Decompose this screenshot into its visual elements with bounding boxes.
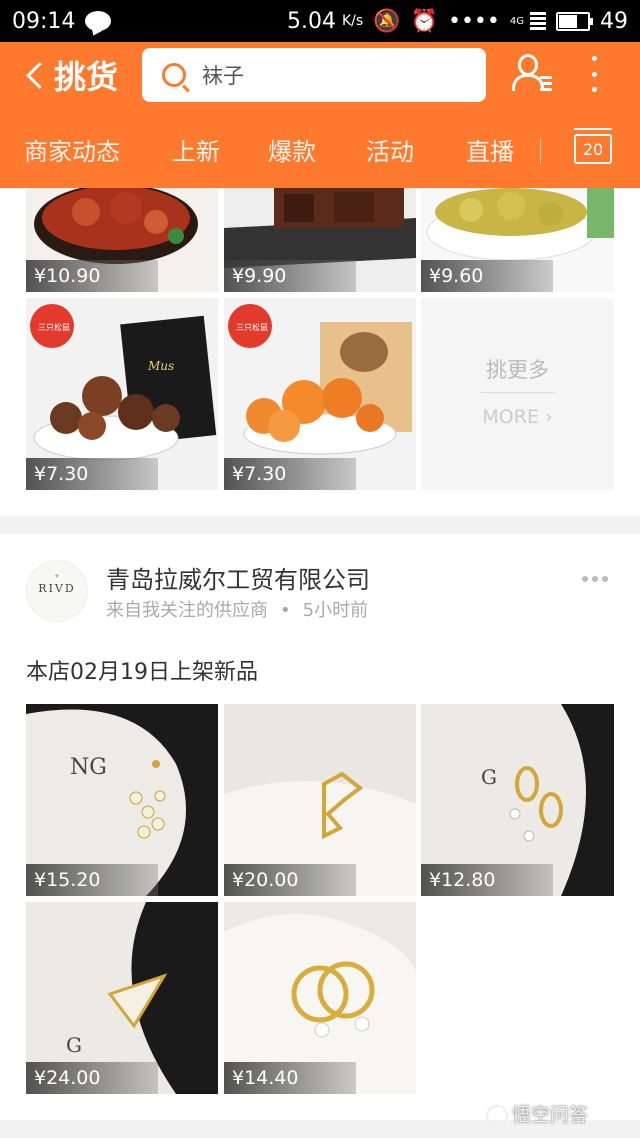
- product-card[interactable]: ¥20.00: [224, 704, 416, 896]
- logo-emblem-icon: ⚜: [54, 573, 60, 580]
- post-time: 5小时前: [302, 600, 369, 621]
- product-card[interactable]: ¥9.60: [421, 188, 614, 292]
- watermark-text: 悟空问答: [512, 1104, 589, 1126]
- product-price: ¥10.90: [26, 260, 158, 292]
- product-price: ¥14.40: [224, 1062, 356, 1094]
- network-type: 4G: [509, 15, 524, 27]
- chat-notification-icon: [85, 11, 112, 31]
- product-card[interactable]: NG ¥15.20: [26, 704, 218, 896]
- product-card[interactable]: ¥10.90: [26, 188, 218, 292]
- battery-level: 49: [600, 8, 628, 34]
- product-price: ¥7.30: [224, 458, 356, 490]
- more-options-icon[interactable]: [582, 576, 608, 582]
- svg-text:Mus: Mus: [147, 359, 174, 373]
- wukong-logo-icon: [486, 1104, 508, 1127]
- network-speed: 5.04: [286, 8, 336, 34]
- post-text: 本店02月19日上架新品: [26, 660, 258, 685]
- product-price: ¥9.90: [224, 260, 356, 292]
- store-name[interactable]: 青岛拉威尔工贸有限公司: [106, 560, 370, 595]
- tab-live[interactable]: 直播: [466, 132, 514, 167]
- search-query: 袜子: [202, 64, 244, 88]
- page-title: 挑货: [54, 58, 119, 96]
- feed-card-snacks: ¥10.90 ¥9.90 ¥9.60 Mus 三只松鼠 ¥7.30 三只松鼠 ¥…: [0, 188, 640, 516]
- svg-text:G: G: [481, 765, 497, 789]
- user-list-icon[interactable]: [512, 52, 552, 96]
- tab-divider: [540, 138, 541, 164]
- store-logo[interactable]: ⚜ RIVD: [26, 560, 88, 622]
- brand-badge: 三只松鼠: [236, 323, 268, 332]
- store-source: 来自我关注的供应商: [106, 600, 268, 621]
- status-time: 09:14: [12, 8, 76, 34]
- product-price: ¥24.00: [26, 1062, 158, 1094]
- more-options-icon[interactable]: [588, 56, 600, 92]
- category-tabs: 商家动态 上新 爆款 活动 直播 20: [0, 126, 640, 178]
- logo-text: RIVD: [38, 582, 76, 595]
- product-card[interactable]: G ¥24.00: [26, 902, 218, 1094]
- product-card[interactable]: G ¥12.80: [421, 704, 614, 896]
- tab-new-arrivals[interactable]: 上新: [172, 132, 220, 167]
- product-card[interactable]: Mus 三只松鼠 ¥7.30: [26, 298, 218, 490]
- store-meta: 来自我关注的供应商 • 5小时前: [106, 600, 369, 621]
- calendar-icon[interactable]: 20: [574, 128, 612, 164]
- see-more-link: MORE ›: [482, 406, 553, 428]
- status-bar: 09:14 5.04 K/s 🔕 ⏰ •••• 4G 49: [0, 0, 640, 42]
- network-speed-unit: K/s: [341, 13, 364, 29]
- back-icon[interactable]: [24, 56, 44, 92]
- svg-text:G: G: [66, 1033, 82, 1057]
- tab-activities[interactable]: 活动: [366, 132, 414, 167]
- product-price: ¥15.20: [26, 864, 158, 896]
- product-price: ¥7.30: [26, 458, 158, 490]
- app-header: 挑货 袜子 商家动态 上新 爆款 活动 直播 20: [0, 42, 640, 188]
- product-price: ¥9.60: [421, 260, 553, 292]
- alarm-icon: ⏰: [410, 8, 438, 34]
- product-card[interactable]: ¥9.90: [224, 188, 416, 292]
- search-input[interactable]: 袜子: [142, 48, 486, 102]
- brand-badge: 三只松鼠: [38, 323, 70, 332]
- see-more-label: 挑更多: [486, 358, 549, 382]
- search-icon: [162, 63, 186, 87]
- see-more-card[interactable]: 挑更多 MORE ›: [421, 298, 614, 490]
- product-price: ¥20.00: [224, 864, 356, 896]
- product-card[interactable]: ¥14.40: [224, 902, 416, 1094]
- product-price: ¥12.80: [421, 864, 553, 896]
- signal-icon: [530, 12, 546, 30]
- signal-dots-icon: ••••: [447, 8, 500, 34]
- tab-hot-items[interactable]: 爆款: [268, 132, 316, 167]
- product-card[interactable]: 三只松鼠 ¥7.30: [224, 298, 416, 490]
- svg-text:NG: NG: [70, 755, 107, 780]
- divider: [481, 392, 555, 393]
- mute-icon: 🔕: [373, 8, 401, 34]
- tab-merchant-news[interactable]: 商家动态: [24, 132, 120, 167]
- watermark: 悟空问答: [486, 1100, 588, 1127]
- battery-icon: [556, 11, 593, 31]
- feed-card-jewelry: ⚜ RIVD 青岛拉威尔工贸有限公司 来自我关注的供应商 • 5小时前 本店02月1…: [0, 534, 640, 1120]
